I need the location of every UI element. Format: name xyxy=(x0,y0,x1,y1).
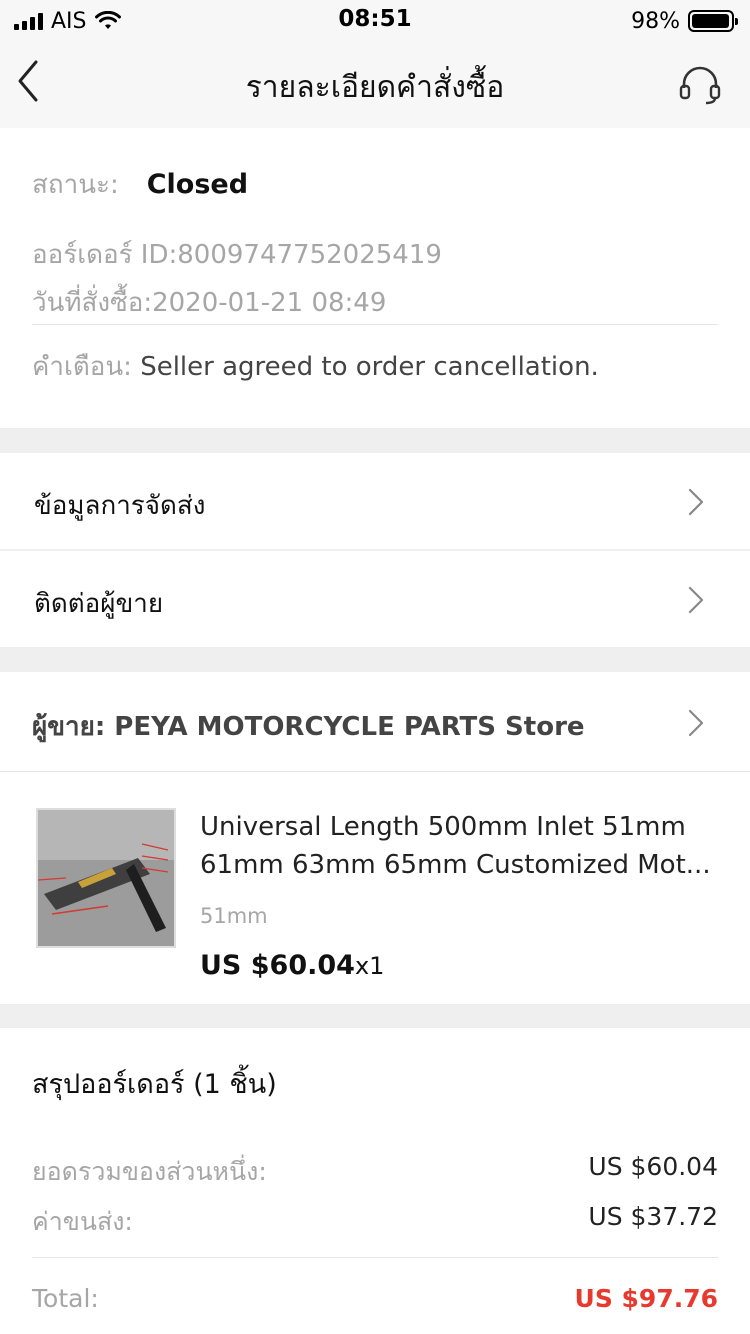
product-title-line1: Universal Length 500mm Inlet 51mm xyxy=(200,812,686,842)
page-title: รายละเอียดคำสั่งซื้อ xyxy=(245,70,505,105)
subtotal-row: ยอดรวมของส่วนหนึ่ง: US $60.04 xyxy=(32,1152,718,1192)
notice-row: คำเตือน: Seller agreed to order cancella… xyxy=(32,346,599,387)
product-quantity: x1 xyxy=(354,952,385,980)
subtotal-label: ยอดรวมของส่วนหนึ่ง: xyxy=(32,1157,267,1186)
notice-value: Seller agreed to order cancellation. xyxy=(140,352,599,382)
shipping-label: ค่าขนส่ง: xyxy=(32,1207,133,1236)
nav-bar: รายละเอียดคำสั่งซื้อ xyxy=(0,40,750,128)
chevron-right-icon xyxy=(688,586,704,614)
contact-seller-row[interactable]: ติดต่อผู้ขาย xyxy=(0,551,750,647)
total-label: Total: xyxy=(32,1284,99,1313)
product-variant: 51mm xyxy=(200,904,268,928)
divider xyxy=(32,1257,718,1258)
battery-percent: 98% xyxy=(631,8,680,34)
shipping-value: US $37.72 xyxy=(588,1202,718,1231)
product-price-row: US $60.04x1 xyxy=(200,950,384,981)
order-summary-card: สรุปออร์เดอร์ (1 ชิ้น) ยอดรวมของส่วนหนึ่… xyxy=(0,1028,750,1334)
subtotal-value: US $60.04 xyxy=(588,1152,718,1181)
status-right: 98% xyxy=(631,8,738,34)
status-row: สถานะ: Closed xyxy=(32,164,248,205)
chevron-right-icon xyxy=(688,709,704,737)
total-value: US $97.76 xyxy=(574,1284,718,1313)
seller-product-card: ผู้ขาย: PEYA MOTORCYCLE PARTS Store Univ… xyxy=(0,672,750,1004)
product-image[interactable] xyxy=(36,808,176,948)
chevron-right-icon xyxy=(688,488,704,516)
notice-label: คำเตือน: xyxy=(32,352,132,382)
order-id: ออร์เดอร์ ID:8009747752025419 xyxy=(32,240,442,270)
divider xyxy=(0,771,750,772)
shipping-info-row[interactable]: ข้อมูลการจัดส่ง xyxy=(0,453,750,549)
summary-title: สรุปออร์เดอร์ (1 ชิ้น) xyxy=(32,1069,277,1100)
divider xyxy=(32,324,718,325)
status-value: Closed xyxy=(146,169,249,200)
battery-icon xyxy=(688,10,738,32)
order-date: วันที่สั่งซื้อ:2020-01-21 08:49 xyxy=(32,288,387,318)
status-bar: AIS 08:51 98% xyxy=(0,0,750,40)
headset-icon[interactable] xyxy=(678,62,722,106)
order-status-card: สถานะ: Closed ออร์เดอร์ ID:8009747752025… xyxy=(0,128,750,428)
shipping-row: ค่าขนส่ง: US $37.72 xyxy=(32,1202,718,1242)
product-title-line2: 61mm 63mm 65mm Customized Mot... xyxy=(200,850,711,880)
total-row: Total: US $97.76 xyxy=(32,1284,718,1313)
contact-seller-label: ติดต่อผู้ขาย xyxy=(34,589,164,619)
product-price: US $60.04 xyxy=(200,950,355,981)
seller-row[interactable]: ผู้ขาย: PEYA MOTORCYCLE PARTS Store xyxy=(0,672,750,771)
seller-name: ผู้ขาย: PEYA MOTORCYCLE PARTS Store xyxy=(32,712,585,742)
product-title[interactable]: Universal Length 500mm Inlet 51mm 61mm 6… xyxy=(200,808,720,884)
status-label: สถานะ: xyxy=(32,170,119,200)
shipping-info-label: ข้อมูลการจัดส่ง xyxy=(34,491,206,521)
exhaust-image-icon xyxy=(38,810,174,946)
